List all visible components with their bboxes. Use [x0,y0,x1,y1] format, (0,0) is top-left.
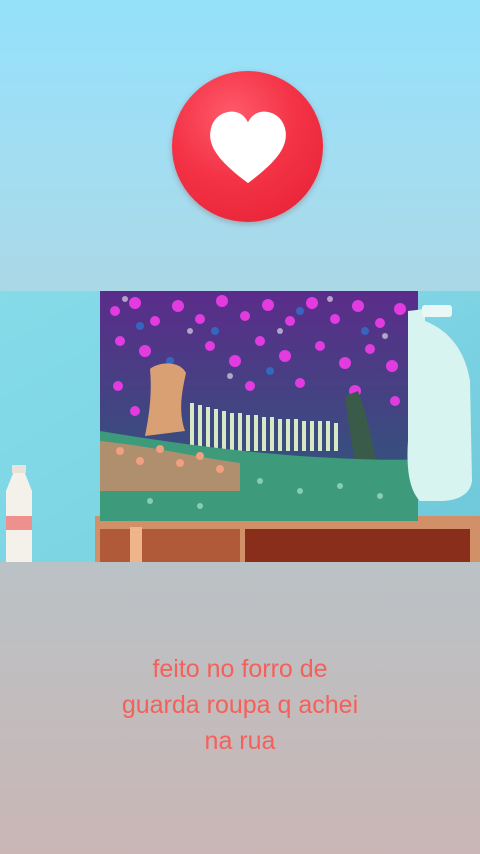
caption-line-2: guarda roupa q achei [121,691,359,719]
painting-photo-image [0,291,480,562]
heart-icon [210,111,286,184]
caption-text: feito no forro de guarda roupa q achei n… [40,651,440,759]
heart-reaction-badge[interactable] [172,71,323,222]
painting-photo [0,291,480,562]
caption-line-1: feito no forro de [152,655,328,683]
caption-line-3: na rua [204,727,276,755]
